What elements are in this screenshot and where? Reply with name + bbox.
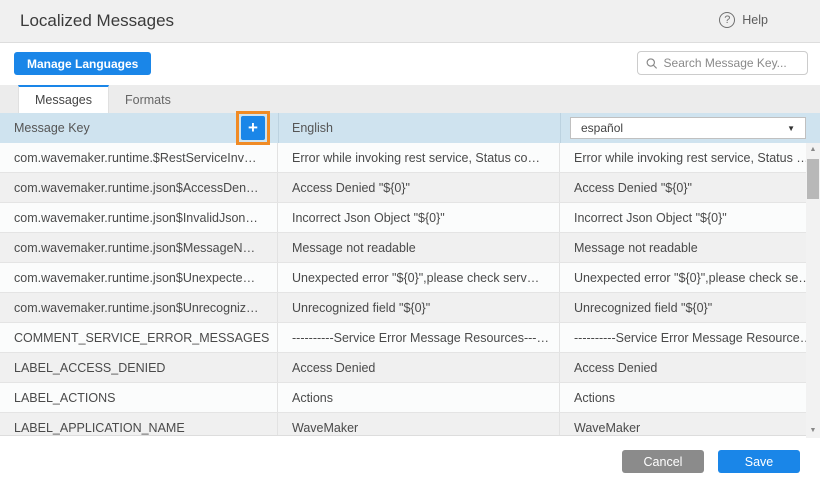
cell-spanish[interactable]: WaveMaker [560,413,806,436]
table-row[interactable]: com.wavemaker.runtime.json$InvalidJson… … [0,203,806,233]
add-button-highlight: + [236,111,270,145]
table-row[interactable]: LABEL_ACCESS_DENIED Access Denied Access… [0,353,806,383]
cell-message-key[interactable]: com.wavemaker.runtime.json$InvalidJson… [0,203,278,232]
title-bar: Localized Messages ? Help [0,0,820,43]
cell-message-key[interactable]: com.wavemaker.runtime.json$MessageN… [0,233,278,262]
table-row[interactable]: LABEL_ACTIONS Actions Actions [0,383,806,413]
search-input[interactable] [664,56,799,70]
cell-english[interactable]: Unrecognized field "${0}" [278,293,560,322]
cell-english[interactable]: Unexpected error "${0}",please check ser… [278,263,560,292]
scroll-down-icon[interactable]: ▼ [806,424,820,438]
cell-english[interactable]: Access Denied [278,353,560,382]
cell-spanish[interactable]: Incorrect Json Object "${0}" [560,203,806,232]
toolbar: Manage Languages [0,44,820,85]
tab-formats[interactable]: Formats [109,85,187,113]
add-message-key-button[interactable]: + [241,116,265,140]
cell-spanish[interactable]: Unrecognized field "${0}" [560,293,806,322]
cell-message-key[interactable]: com.wavemaker.runtime.json$Unexpecte… [0,263,278,292]
vertical-scrollbar[interactable]: ▲ ▼ [806,143,820,438]
table-row[interactable]: com.wavemaker.runtime.json$Unrecogniz… U… [0,293,806,323]
column-header-message-key: Message Key [14,121,90,135]
cell-english[interactable]: WaveMaker [278,413,560,436]
cancel-button[interactable]: Cancel [622,450,704,473]
help-link[interactable]: ? Help [719,12,768,28]
cell-message-key[interactable]: COMMENT_SERVICE_ERROR_MESSAGES [0,323,278,352]
cell-english[interactable]: Actions [278,383,560,412]
cell-english[interactable]: Incorrect Json Object "${0}" [278,203,560,232]
chevron-down-icon: ▼ [787,124,795,133]
cell-english[interactable]: ----------Service Error Message Resource… [278,323,560,352]
tab-messages[interactable]: Messages [18,85,109,113]
column-header-english: English [292,121,333,135]
search-icon [646,57,658,70]
cell-message-key[interactable]: LABEL_ACCESS_DENIED [0,353,278,382]
cell-message-key[interactable]: com.wavemaker.runtime.json$AccessDen… [0,173,278,202]
column-divider [278,113,279,143]
table-row[interactable]: com.wavemaker.runtime.json$MessageN… Mes… [0,233,806,263]
manage-languages-button[interactable]: Manage Languages [14,52,151,75]
grid-body: com.wavemaker.runtime.$RestServiceInv… E… [0,143,806,436]
footer: Cancel Save [0,438,820,490]
table-row[interactable]: com.wavemaker.runtime.json$AccessDen… Ac… [0,173,806,203]
help-icon: ? [719,12,735,28]
cell-spanish[interactable]: ----------Service Error Message Resource… [560,323,806,352]
cell-message-key[interactable]: LABEL_APPLICATION_NAME [0,413,278,436]
table-row[interactable]: com.wavemaker.runtime.json$Unexpecte… Un… [0,263,806,293]
cell-spanish[interactable]: Unexpected error "${0}",please check se… [560,263,806,292]
cell-spanish[interactable]: Error while invoking rest service, Statu… [560,143,806,172]
cell-spanish[interactable]: Access Denied "${0}" [560,173,806,202]
cell-spanish[interactable]: Actions [560,383,806,412]
cell-message-key[interactable]: com.wavemaker.runtime.$RestServiceInv… [0,143,278,172]
help-label: Help [742,13,768,27]
scrollbar-thumb[interactable] [807,159,819,199]
column-divider [560,113,561,143]
cell-english[interactable]: Access Denied "${0}" [278,173,560,202]
table-row[interactable]: LABEL_APPLICATION_NAME WaveMaker WaveMak… [0,413,806,436]
cell-spanish[interactable]: Access Denied [560,353,806,382]
scroll-up-icon[interactable]: ▲ [806,143,820,157]
cell-spanish[interactable]: Message not readable [560,233,806,262]
page-title: Localized Messages [20,11,174,31]
language-select-value: español [581,121,787,135]
tab-strip: Messages Formats [0,85,820,113]
table-row[interactable]: COMMENT_SERVICE_ERROR_MESSAGES ---------… [0,323,806,353]
cell-english[interactable]: Error while invoking rest service, Statu… [278,143,560,172]
search-box[interactable] [637,51,808,75]
grid-header: Message Key + English español ▼ [0,113,820,143]
table-row[interactable]: com.wavemaker.runtime.$RestServiceInv… E… [0,143,806,173]
cell-message-key[interactable]: LABEL_ACTIONS [0,383,278,412]
language-select[interactable]: español ▼ [570,117,806,139]
cell-message-key[interactable]: com.wavemaker.runtime.json$Unrecogniz… [0,293,278,322]
cell-english[interactable]: Message not readable [278,233,560,262]
save-button[interactable]: Save [718,450,800,473]
